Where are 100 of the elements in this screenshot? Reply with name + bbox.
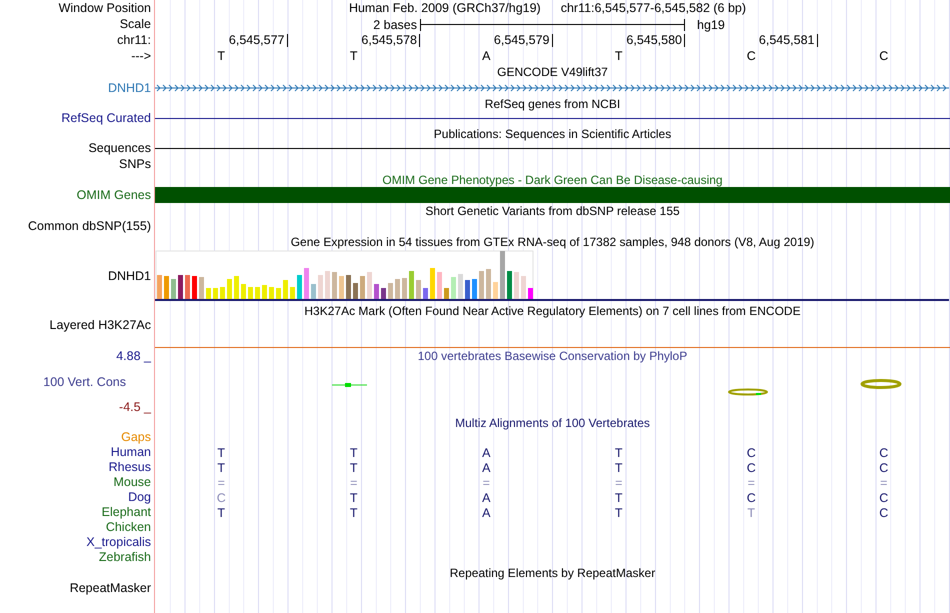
expression-bar (297, 275, 302, 299)
axis-label: 4.88 _ (116, 349, 151, 364)
position-label: 6,545,581 (758, 34, 818, 47)
position-label: 6,545,577 (228, 34, 288, 47)
expression-bar (325, 271, 330, 299)
track-label: Common dbSNP(155) (28, 218, 151, 234)
base-letter: T (614, 506, 623, 520)
base-letter: C (746, 49, 756, 63)
track-label: DNHD1 (108, 268, 151, 284)
base-letter: A (482, 446, 490, 460)
expression-bar (402, 278, 407, 299)
track-label: RepeatMasker (70, 580, 151, 596)
expression-bar (185, 275, 190, 299)
expression-bar (374, 284, 379, 299)
expression-bar (451, 277, 456, 299)
species-label: Human (110, 445, 151, 460)
expression-bar (409, 271, 414, 299)
position-label: 6,545,579 (494, 34, 552, 47)
expression-bar (213, 288, 218, 299)
expression-bar (269, 287, 274, 299)
expression-bar (486, 269, 491, 299)
expression-bar (493, 282, 498, 299)
base-letter: T (350, 490, 358, 504)
species-label: Zebrafish (98, 550, 151, 565)
expression-bar (276, 288, 281, 299)
expression-bar (199, 277, 204, 299)
expression-bar (234, 276, 239, 299)
base-letter: C (879, 506, 888, 520)
base-letter: C (879, 490, 888, 504)
expression-bar (283, 280, 288, 299)
track-label: Layered H3K27Ac (50, 318, 151, 333)
conservation-mark (332, 383, 368, 387)
track-title: GENCODE V49lift37 (496, 65, 609, 79)
expression-bar (507, 271, 512, 299)
expression-bar (262, 285, 267, 299)
base-letter: C (746, 446, 756, 460)
expression-bar (430, 268, 435, 299)
base-letter: C (879, 49, 888, 63)
base-letter: T (350, 506, 358, 520)
track-title: RefSeq genes from NCBI (484, 96, 622, 110)
expression-bar (304, 268, 309, 299)
expression-bar (178, 275, 183, 299)
base-letter: C (879, 460, 888, 474)
base-letter: T (217, 506, 226, 520)
base-letter: T (747, 506, 756, 520)
track-label: 100 Vert. Cons (43, 374, 126, 390)
strand-label: ---> (131, 48, 151, 64)
row-label: Scale (120, 17, 151, 32)
expression-bar (500, 251, 505, 299)
expression-bar (528, 288, 533, 299)
expression-bar (437, 272, 442, 299)
base-letter: C (879, 446, 888, 460)
expression-bar (360, 276, 365, 299)
base-letter: = (880, 476, 888, 490)
conservation-mark (860, 379, 902, 389)
expression-bar (220, 287, 225, 299)
position-range: chr11:6,545,577-6,545,582 (6 bp) (560, 0, 746, 17)
base-letter: T (350, 49, 358, 63)
expression-bar (521, 276, 526, 299)
base-letter: T (614, 460, 623, 474)
expression-bar (318, 275, 323, 299)
expression-bar (353, 283, 358, 299)
base-letter: T (217, 446, 226, 460)
base-letter: T (614, 49, 623, 63)
base-letter: T (217, 49, 226, 63)
expression-bar (339, 276, 344, 299)
track-title: Gene Expression in 54 tissues from GTEx RNA-seq of 17382 samples, 948 donors (V8, Aug 2019) (290, 234, 816, 248)
track-title: 100 vertebrates Basewise Conservation by PhyloP (418, 349, 688, 363)
track-title: Short Genetic Variants from dbSNP release 155 (424, 204, 681, 218)
expression-bar (458, 274, 463, 299)
track-title: Repeating Elements by RepeatMasker (448, 566, 656, 580)
base-letter: A (482, 490, 490, 504)
base-letter: = (218, 476, 225, 490)
expression-bar (206, 288, 211, 299)
expression-bar (241, 284, 246, 299)
base-letter: T (614, 446, 623, 460)
expression-bar (416, 280, 421, 299)
expression-bar (388, 283, 393, 299)
row-label: chr11: (117, 33, 151, 48)
species-label: Rhesus (108, 460, 151, 475)
base-letter: A (482, 506, 490, 520)
base-letter: = (482, 476, 490, 490)
expression-bar (444, 288, 449, 299)
axis-label: -4.5 _ (119, 400, 151, 415)
base-letter: = (350, 476, 358, 490)
assembly-name: Human Feb. 2009 (GRCh37/hg19) (348, 0, 541, 17)
row-label: Window Position (58, 0, 151, 16)
track-label: DNHD1 (108, 80, 151, 96)
base-letter: C (746, 490, 756, 504)
track-label: RefSeq Curated (61, 111, 151, 126)
track-title: Multiz Alignments of 100 Vertebrates (454, 416, 651, 430)
species-label: Dog (128, 490, 151, 505)
conservation-mark (728, 388, 768, 396)
base-letter: T (350, 446, 358, 460)
track-label: SNPs (119, 156, 151, 172)
expression-bar (332, 272, 337, 299)
expression-bar (290, 287, 295, 299)
expression-bar (367, 272, 372, 299)
base-letter: T (217, 460, 226, 474)
expression-bar (423, 288, 428, 299)
